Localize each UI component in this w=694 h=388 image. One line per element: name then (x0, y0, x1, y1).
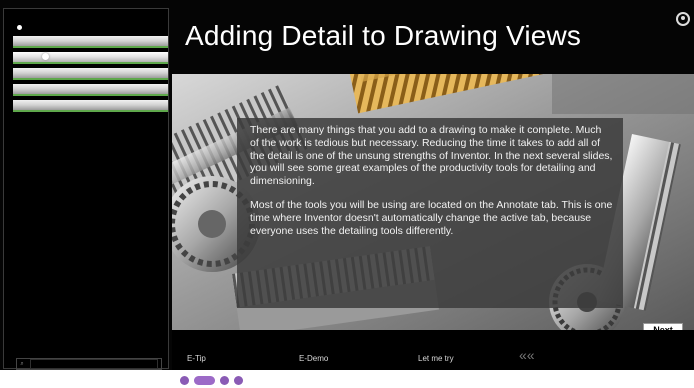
slide-title: Adding Detail to Drawing Views (185, 20, 582, 51)
double-chevron-left-icon[interactable]: «« (519, 347, 535, 363)
bottom-toolbar: E-Tip E-Demo Let me try «« (172, 330, 694, 370)
pager-dot-1[interactable] (180, 376, 189, 385)
circle-icon[interactable] (676, 12, 690, 26)
pager-dot-2[interactable] (194, 376, 215, 385)
navigation-panel: ⌕ (3, 8, 169, 370)
pager-dot-3[interactable] (220, 376, 229, 385)
navigation-footer-field[interactable] (30, 359, 158, 369)
e-demo-link[interactable]: E-Demo (299, 354, 328, 363)
slide-pager (180, 376, 243, 385)
content-text-box: There are many things that you add to a … (237, 118, 623, 308)
nav-item-2[interactable] (13, 52, 168, 64)
current-slide-marker-icon (42, 53, 49, 60)
let-me-try-link[interactable]: Let me try (418, 354, 454, 363)
nav-item-4[interactable] (13, 84, 168, 96)
search-icon[interactable]: ⌕ (17, 361, 27, 368)
navigation-footer[interactable]: ⌕ (16, 358, 162, 370)
nav-item-5[interactable] (13, 100, 168, 112)
nav-item-3[interactable] (13, 68, 168, 80)
e-tip-link[interactable]: E-Tip (187, 354, 206, 363)
pager-dot-4[interactable] (234, 376, 243, 385)
slide-navigation-list (13, 36, 168, 116)
nav-item-1[interactable] (13, 36, 168, 48)
panel-dot-icon (17, 25, 22, 30)
content-paragraph-2: Most of the tools you will be using are … (250, 198, 613, 237)
presentation-frame: ⌕ Adding Detail to Drawing Views There a… (0, 0, 694, 370)
content-paragraph-1: There are many things that you add to a … (250, 124, 613, 188)
